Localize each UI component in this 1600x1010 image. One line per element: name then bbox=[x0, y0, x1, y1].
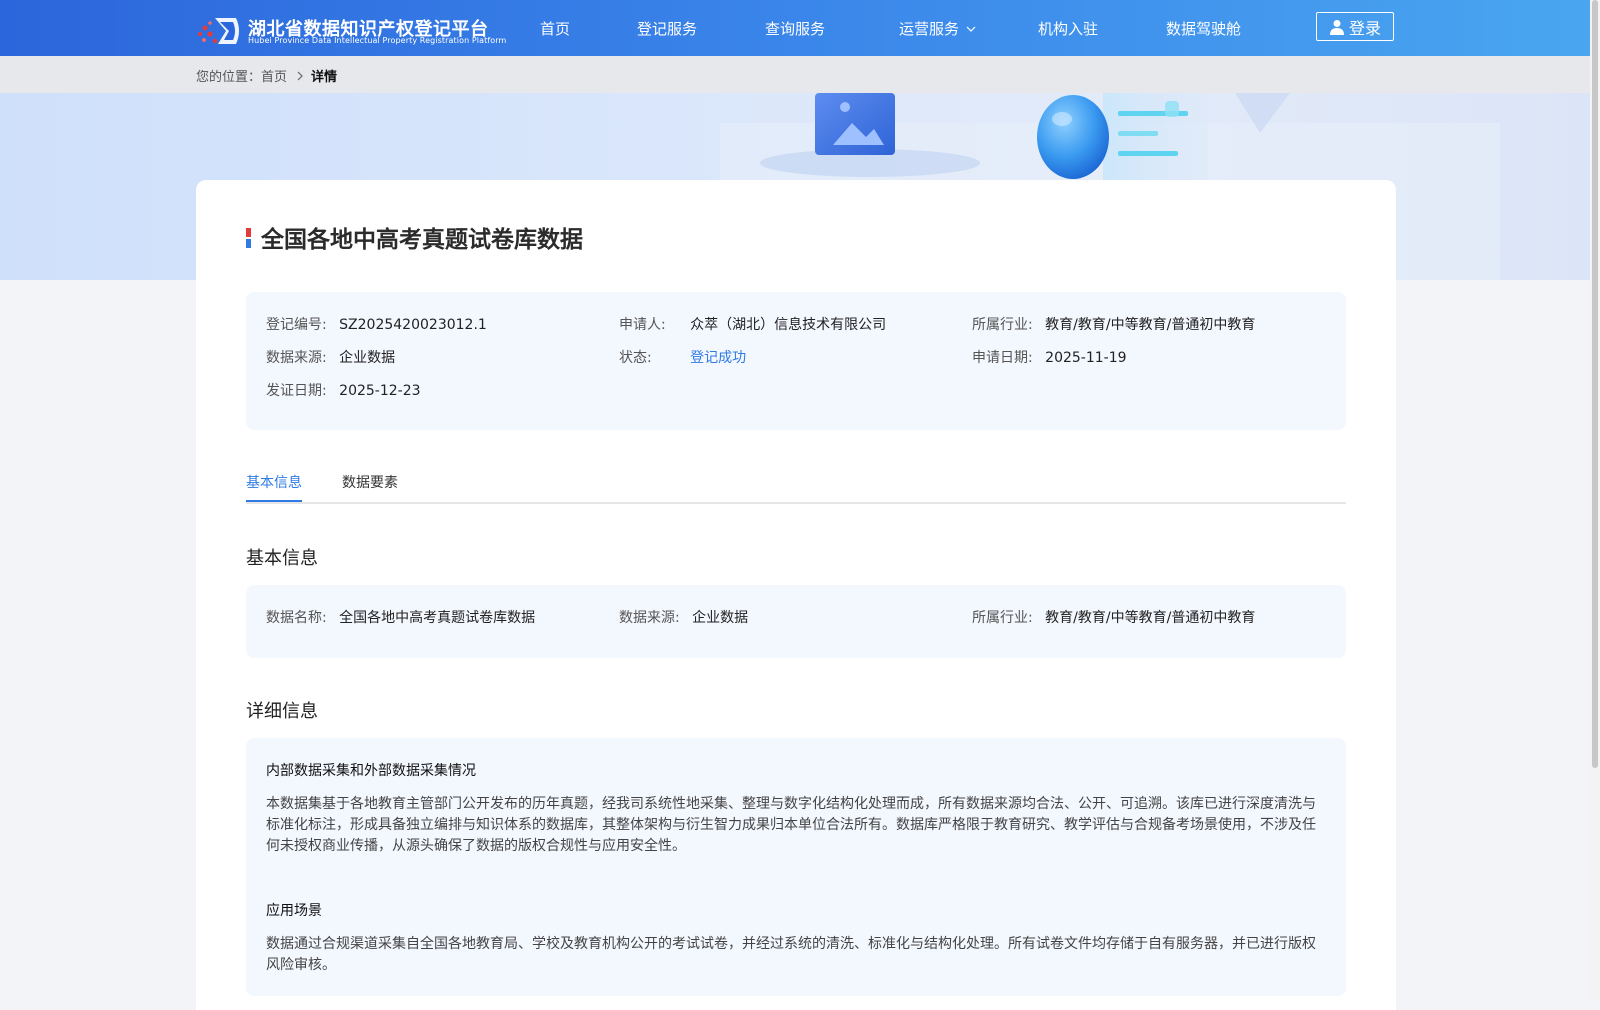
summary-status: 状态: 登记成功 bbox=[619, 347, 746, 367]
applicant-label: 申请人: bbox=[619, 317, 666, 333]
top-navigation-bar: 湖北省数据知识产权登记平台 Hubei Province Data Intell… bbox=[0, 0, 1600, 56]
source-value: 企业数据 bbox=[339, 350, 396, 366]
basic-source-label: 数据来源: bbox=[619, 610, 680, 626]
basic-name: 数据名称: 全国各地中高考真题试卷库数据 bbox=[266, 607, 535, 627]
apply-date-label: 申请日期: bbox=[972, 350, 1033, 366]
login-label: 登录 bbox=[1348, 18, 1381, 38]
breadcrumb-current: 详情 bbox=[311, 70, 338, 85]
scrollbar-thumb[interactable] bbox=[1592, 0, 1598, 768]
nav-registration-service[interactable]: 登记服务 bbox=[637, 18, 697, 39]
summary-industry: 所属行业: 教育/教育/中等教育/普通初中教育 bbox=[972, 314, 1255, 334]
detail-info-panel: 内部数据采集和外部数据采集情况 本数据集基于各地教育主管部门公开发布的历年真题，… bbox=[246, 738, 1346, 996]
tab-data-elements[interactable]: 数据要素 bbox=[342, 472, 398, 492]
page-title: 全国各地中高考真题试卷库数据 bbox=[261, 227, 583, 253]
nav-data-cockpit[interactable]: 数据驾驶舱 bbox=[1166, 18, 1241, 39]
nav-query-service[interactable]: 查询服务 bbox=[765, 18, 825, 39]
basic-industry: 所属行业: 教育/教育/中等教育/普通初中教育 bbox=[972, 607, 1255, 627]
logo-title-en: Hubei Province Data Intellectual Propert… bbox=[248, 36, 507, 45]
summary-reg-no: 登记编号: SZ2025420023012.1 bbox=[266, 314, 487, 334]
basic-info-title: 基本信息 bbox=[246, 548, 318, 569]
collection-heading: 内部数据采集和外部数据采集情况 bbox=[266, 763, 476, 779]
tab-basic-info[interactable]: 基本信息 bbox=[246, 472, 302, 492]
breadcrumb-bar: 您的位置： 首页 详情 bbox=[0, 56, 1590, 93]
detail-tabs: 基本信息 数据要素 bbox=[246, 462, 1346, 504]
summary-apply-date: 申请日期: 2025-11-19 bbox=[972, 347, 1127, 367]
platform-logo[interactable]: 湖北省数据知识产权登记平台 Hubei Province Data Intell… bbox=[196, 12, 506, 48]
source-label: 数据来源: bbox=[266, 350, 327, 366]
nav-home[interactable]: 首页 bbox=[540, 18, 570, 39]
status-label: 状态: bbox=[619, 350, 652, 366]
basic-source-value: 企业数据 bbox=[692, 610, 749, 626]
breadcrumb: 您的位置： 首页 详情 bbox=[196, 66, 337, 85]
reg-no-label: 登记编号: bbox=[266, 317, 327, 333]
login-button[interactable]: 登录 bbox=[1316, 12, 1394, 41]
basic-industry-label: 所属行业: bbox=[972, 610, 1033, 626]
issue-date-value: 2025-12-23 bbox=[339, 383, 421, 399]
basic-name-value: 全国各地中高考真题试卷库数据 bbox=[339, 610, 536, 626]
status-value: 登记成功 bbox=[690, 350, 747, 366]
industry-value: 教育/教育/中等教育/普通初中教育 bbox=[1045, 317, 1256, 333]
industry-label: 所属行业: bbox=[972, 317, 1033, 333]
basic-industry-value: 教育/教育/中等教育/普通初中教育 bbox=[1045, 610, 1256, 626]
issue-date-label: 发证日期: bbox=[266, 383, 327, 399]
detail-card: 全国各地中高考真题试卷库数据 登记编号: SZ2025420023012.1 申… bbox=[196, 180, 1396, 1010]
nav-operation-service-label: 运营服务 bbox=[899, 20, 960, 38]
active-tab-indicator bbox=[246, 500, 302, 502]
chevron-down-icon bbox=[966, 26, 976, 32]
user-icon bbox=[1329, 19, 1344, 35]
summary-issue-date: 发证日期: 2025-12-23 bbox=[266, 380, 421, 400]
applicant-value: 众萃（湖北）信息技术有限公司 bbox=[690, 317, 887, 333]
breadcrumb-prefix: 您的位置： bbox=[196, 70, 262, 85]
basic-info-panel: 数据名称: 全国各地中高考真题试卷库数据 数据来源: 企业数据 所属行业: 教育… bbox=[246, 585, 1346, 658]
basic-source: 数据来源: 企业数据 bbox=[619, 607, 748, 627]
summary-applicant: 申请人: 众萃（湖北）信息技术有限公司 bbox=[619, 314, 886, 334]
breadcrumb-home-link[interactable]: 首页 bbox=[261, 66, 287, 85]
logo-mark-icon bbox=[198, 18, 239, 44]
scenario-text: 数据通过合规渠道采集自全国各地教育局、学校及教育机构公开的考试试卷，并经过系统的… bbox=[266, 936, 1316, 973]
detail-info-title: 详细信息 bbox=[246, 701, 318, 722]
title-flag-icon bbox=[246, 228, 251, 248]
collection-text: 本数据集基于各地教育主管部门公开发布的历年真题，经我司系统性地采集、整理与数字化… bbox=[266, 796, 1316, 854]
reg-no-value: SZ2025420023012.1 bbox=[339, 317, 487, 333]
basic-name-label: 数据名称: bbox=[266, 610, 327, 626]
nav-institution-entry[interactable]: 机构入驻 bbox=[1038, 18, 1098, 39]
chevron-right-icon bbox=[297, 71, 303, 80]
scenario-heading: 应用场景 bbox=[266, 903, 322, 919]
summary-source: 数据来源: 企业数据 bbox=[266, 347, 395, 367]
summary-panel: 登记编号: SZ2025420023012.1 申请人: 众萃（湖北）信息技术有… bbox=[246, 292, 1346, 430]
nav-operation-service[interactable]: 运营服务 bbox=[899, 18, 976, 39]
apply-date-value: 2025-11-19 bbox=[1045, 350, 1127, 366]
